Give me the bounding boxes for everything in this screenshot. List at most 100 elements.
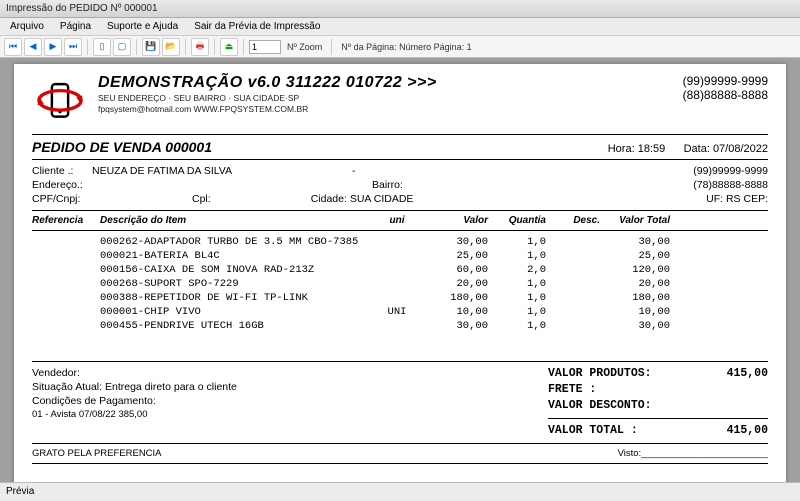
menu-suporte[interactable]: Suporte e Ajuda	[101, 18, 184, 35]
data-label: Data:	[684, 143, 710, 155]
table-row: 000021-BATERIA BL4C25,001,025,00	[32, 249, 768, 263]
tool-print-icon[interactable]: 🖶	[191, 38, 209, 56]
cell-quant: 1,0	[488, 305, 546, 319]
table-row: 000001-CHIP VIVOUNI10,001,010,00	[32, 305, 768, 319]
toolbar: ⏮ ◀ ▶ ⏭ ▯ ▢ 💾 📂 🖶 ⏏ Nº Zoom Nº da Página…	[0, 36, 800, 58]
cell-ref	[32, 319, 100, 333]
cliente-label: Cliente .:	[32, 164, 92, 178]
cell-uni	[376, 235, 418, 249]
company-contact: fpqsystem@hotmail.com WWW.FPQSYSTEM.COM.…	[98, 104, 673, 114]
total-produtos-label: VALOR PRODUTOS:	[548, 366, 652, 382]
visto-line: Visto:________________________	[618, 448, 768, 459]
cell-total: 180,00	[600, 291, 670, 305]
cell-uni	[376, 319, 418, 333]
tool-icon-1[interactable]: ▯	[93, 38, 111, 56]
total-frete-label: FRETE :	[548, 382, 596, 398]
table-row: 000455-PENDRIVE UTECH 16GB30,001,030,00	[32, 319, 768, 333]
company-phone-1: (99)99999-9999	[683, 74, 768, 88]
cell-uni	[376, 263, 418, 277]
uf-label: UF:	[706, 193, 723, 205]
situacao-value: Entrega direto para o cliente	[105, 381, 237, 393]
cell-desc: 000262-ADAPTADOR TURBO DE 3.5 MM CBO-738…	[100, 235, 376, 249]
cell-valor: 30,00	[418, 235, 488, 249]
zoom-input[interactable]	[249, 40, 281, 54]
col-desc2: Desc.	[546, 215, 600, 226]
total-produtos-value: 415,00	[727, 366, 768, 382]
cell-total: 10,00	[600, 305, 670, 319]
cpl-label: Cpl:	[192, 192, 211, 206]
cell-descv	[546, 235, 600, 249]
vendedor-label: Vendedor:	[32, 366, 548, 380]
menu-sair[interactable]: Sair da Prévia de Impressão	[188, 18, 326, 35]
col-quant: Quantia	[488, 215, 546, 226]
table-row: 000268-SUPORT SPO-722920,001,020,00	[32, 277, 768, 291]
cell-uni	[376, 249, 418, 263]
company-address: SEU ENDEREÇO · SEU BAIRRO · SUA CIDADE·S…	[98, 93, 673, 103]
situacao-label: Situação Atual:	[32, 381, 102, 393]
tool-icon-2[interactable]: ▢	[113, 38, 131, 56]
cell-quant: 2,0	[488, 263, 546, 277]
cidade-label: Cidade:	[311, 193, 347, 205]
data-value: 07/08/2022	[713, 143, 768, 155]
cell-uni	[376, 277, 418, 291]
thanks-text: GRATO PELA PREFERENCIA	[32, 448, 162, 459]
col-ref: Referencia	[32, 215, 100, 226]
col-valor: Valor	[418, 215, 488, 226]
last-page-icon[interactable]: ⏭	[64, 38, 82, 56]
col-total: Valor Total	[600, 215, 670, 226]
cell-valor: 25,00	[418, 249, 488, 263]
cell-ref	[32, 291, 100, 305]
cell-total: 120,00	[600, 263, 670, 277]
cep-label: CEP:	[743, 193, 768, 205]
cell-quant: 1,0	[488, 249, 546, 263]
cell-total: 20,00	[600, 277, 670, 291]
cell-ref	[32, 305, 100, 319]
cell-valor: 20,00	[418, 277, 488, 291]
cell-valor: 60,00	[418, 263, 488, 277]
company-phone-2: (88)88888-8888	[683, 88, 768, 102]
tool-open-icon[interactable]: 📂	[162, 38, 180, 56]
first-page-icon[interactable]: ⏮	[4, 38, 22, 56]
cell-total: 30,00	[600, 319, 670, 333]
cell-desc: 000388-REPETIDOR DE WI-FI TP-LINK	[100, 291, 376, 305]
next-page-icon[interactable]: ▶	[44, 38, 62, 56]
cell-descv	[546, 277, 600, 291]
col-uni: uni	[376, 215, 418, 226]
table-row: 000262-ADAPTADOR TURBO DE 3.5 MM CBO-738…	[32, 235, 768, 249]
bairro-label: Bairro:	[372, 178, 403, 192]
cell-valor: 180,00	[418, 291, 488, 305]
preview-area[interactable]: DEMONSTRAÇÃO v6.0 311222 010722 >>> SEU …	[0, 58, 800, 482]
menu-arquivo[interactable]: Arquivo	[4, 18, 50, 35]
cell-desc: 000268-SUPORT SPO-7229	[100, 277, 376, 291]
cliente-phone-1: (99)99999-9999	[693, 164, 768, 178]
table-row: 000156-CAIXA DE SOM INOVA RAD-213Z60,002…	[32, 263, 768, 277]
cell-valor: 30,00	[418, 319, 488, 333]
cell-desc: 000021-BATERIA BL4C	[100, 249, 376, 263]
cliente-phone-2: (78)88888-8888	[693, 178, 768, 192]
cell-quant: 1,0	[488, 235, 546, 249]
uf-value: RS	[726, 193, 741, 205]
hora-label: Hora:	[608, 143, 635, 155]
hora-value: 18:59	[638, 143, 666, 155]
tool-save-icon[interactable]: 💾	[142, 38, 160, 56]
cliente-value: NEUZA DE FATIMA DA SILVA	[92, 164, 232, 178]
window-titlebar: Impressão do PEDIDO Nº 000001	[0, 0, 800, 18]
cell-ref	[32, 235, 100, 249]
cell-ref	[32, 277, 100, 291]
cell-valor: 10,00	[418, 305, 488, 319]
menubar: Arquivo Página Suporte e Ajuda Sair da P…	[0, 18, 800, 36]
cell-quant: 1,0	[488, 277, 546, 291]
tool-close-icon[interactable]: ⏏	[220, 38, 238, 56]
total-final-value: 415,00	[727, 423, 768, 439]
col-desc: Descrição do Item	[100, 215, 376, 226]
menu-pagina[interactable]: Página	[54, 18, 97, 35]
total-desconto-label: VALOR DESCONTO:	[548, 398, 652, 414]
prev-page-icon[interactable]: ◀	[24, 38, 42, 56]
cond-label: Condições de Pagamento:	[32, 394, 548, 408]
cell-ref	[32, 249, 100, 263]
cell-quant: 1,0	[488, 319, 546, 333]
cliente-dash: -	[352, 164, 356, 178]
page: DEMONSTRAÇÃO v6.0 311222 010722 >>> SEU …	[14, 64, 786, 482]
zoom-label: Nº Zoom	[287, 42, 322, 52]
cell-total: 30,00	[600, 235, 670, 249]
